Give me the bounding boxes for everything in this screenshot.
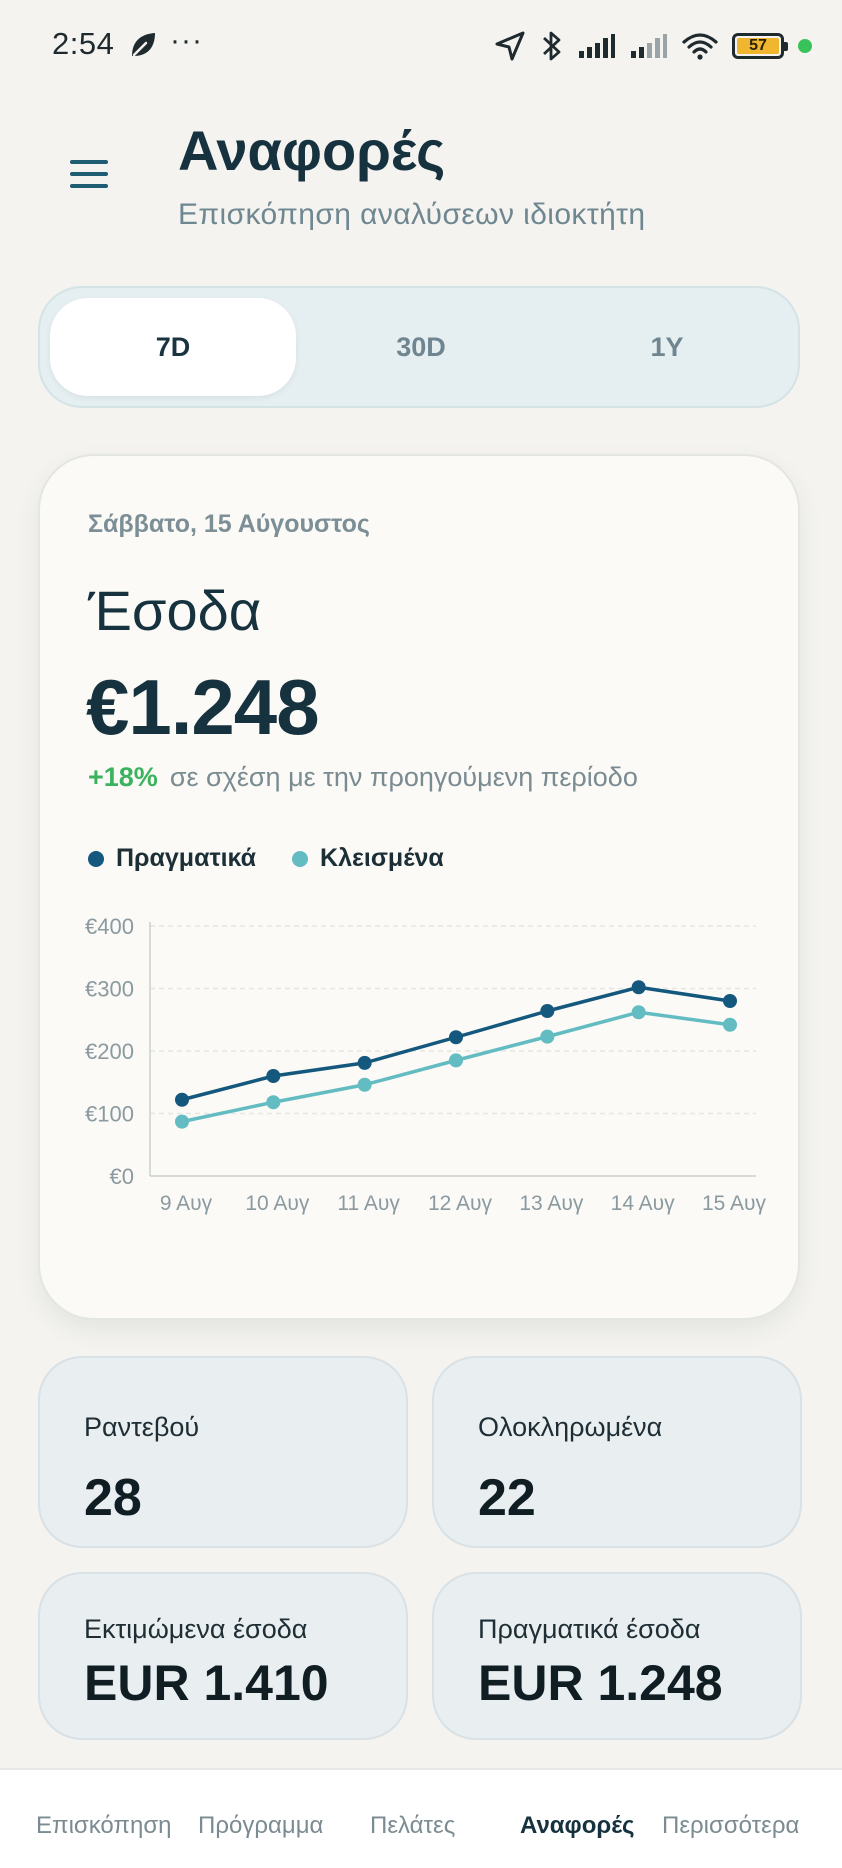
- data-point-actual: [631, 980, 646, 995]
- legend-label-actual: Πραγματικά: [116, 844, 257, 872]
- x-tick-label: 11 Αυγ: [337, 1192, 400, 1215]
- revenue-card: Σάββατο, 15 Αύγουστος Έσοδα €1.248 +18% σ…: [38, 454, 800, 1320]
- x-tick-label: 9 Αυγ: [160, 1192, 213, 1215]
- data-point-booked: [357, 1077, 372, 1092]
- stat-card-estimated-revenue[interactable]: Εκτιμώμενα έσοδα EUR 1.410: [38, 1572, 408, 1740]
- data-point-actual: [175, 1092, 189, 1107]
- status-bar: 2:54 ··· 57: [0, 0, 842, 92]
- data-point-booked: [540, 1029, 555, 1044]
- battery-icon: 57: [732, 33, 788, 59]
- revenue-line-chart: €0 €100 €200 €300 €400 9 Αυγ 10 Αυγ 11 Αυγ 12 Αυ…: [85, 914, 767, 1215]
- revenue-heading: Έσοδα: [88, 579, 262, 642]
- status-time: 2:54: [52, 26, 115, 61]
- nav-item-clients[interactable]: Πελάτες: [370, 1812, 455, 1840]
- bottom-navigation: Επισκόπηση Πρόγραμμα Πελάτες Αναφορές Πε…: [0, 1768, 842, 1868]
- stat-label: Εκτιμώμενα έσοδα: [84, 1614, 308, 1644]
- change-percentage: +18%: [88, 762, 158, 792]
- stat-label: Ραντεβού: [84, 1412, 200, 1442]
- x-tick-label: 15 Αυγ: [702, 1192, 767, 1215]
- data-point-actual: [449, 1030, 463, 1045]
- legend-dot-booked: [292, 850, 309, 867]
- card-date: Σάββατο, 15 Αύγουστος: [88, 510, 370, 538]
- x-tick-label: 14 Αυγ: [611, 1192, 676, 1215]
- period-selector: 7D 30D 1Y: [38, 286, 800, 408]
- data-point-booked: [723, 1017, 737, 1032]
- location-icon: [495, 31, 525, 61]
- y-tick-label: €400: [85, 914, 134, 939]
- stat-label: Ολοκληρωμένα: [478, 1412, 663, 1442]
- stat-label: Πραγματικά έσοδα: [478, 1614, 701, 1644]
- data-point-actual: [266, 1069, 281, 1083]
- status-icons: 57: [494, 28, 812, 64]
- wifi-icon: [682, 33, 718, 60]
- privacy-indicator-dot: [798, 39, 812, 53]
- signal-weak-icon: [631, 34, 667, 58]
- stat-card-appointments[interactable]: Ραντεβού 28: [38, 1356, 408, 1548]
- x-tick-label: 13 Αυγ: [519, 1192, 584, 1215]
- hamburger-line: [70, 184, 108, 188]
- page-title: Αναφορές: [178, 119, 446, 182]
- stat-card-actual-revenue[interactable]: Πραγματικά έσοδα EUR 1.248: [432, 1572, 802, 1740]
- data-point-booked: [631, 1005, 646, 1020]
- period-tab-7d[interactable]: 7D: [50, 298, 296, 396]
- y-tick-label: €200: [85, 1039, 134, 1064]
- y-tick-label: €0: [110, 1164, 134, 1189]
- chart-legend: Πραγματικά Κλεισμένα: [88, 844, 444, 873]
- data-point-actual: [723, 994, 737, 1008]
- stat-value: EUR 1.248: [478, 1655, 723, 1711]
- nav-item-schedule[interactable]: Πρόγραμμα: [198, 1812, 323, 1840]
- revenue-change: +18% σε σχέση με την προηγούμενη περίοδο: [88, 762, 638, 793]
- x-tick-label: 10 Αυγ: [245, 1192, 310, 1215]
- stat-value: 28: [84, 1469, 142, 1527]
- stat-value: 22: [478, 1469, 536, 1527]
- hamburger-line: [70, 172, 108, 176]
- data-point-actual: [540, 1004, 555, 1018]
- nav-item-more[interactable]: Περισσότερα: [662, 1812, 799, 1840]
- hamburger-icon: [70, 160, 108, 164]
- stat-value: EUR 1.410: [84, 1655, 329, 1711]
- more-dots-icon: ···: [170, 24, 203, 57]
- signal-icon: [579, 34, 615, 58]
- change-description: σε σχέση με την προηγούμενη περίοδο: [169, 762, 638, 792]
- nav-item-overview[interactable]: Επισκόπηση: [36, 1812, 172, 1840]
- legend-item-actual: Πραγματικά: [88, 844, 256, 873]
- page-subtitle: Επισκόπηση αναλύσεων ιδιοκτήτη: [178, 198, 646, 231]
- period-tab-30d[interactable]: 30D: [298, 298, 544, 396]
- legend-label-booked: Κλεισμένα: [320, 844, 444, 872]
- data-point-actual: [357, 1055, 372, 1070]
- revenue-amount: €1.248: [86, 663, 320, 751]
- nav-item-reports[interactable]: Αναφορές: [520, 1812, 635, 1840]
- y-tick-label: €300: [85, 977, 134, 1002]
- y-tick-label: €100: [85, 1102, 134, 1127]
- data-point-booked: [449, 1053, 463, 1068]
- x-tick-label: 12 Αυγ: [428, 1192, 493, 1215]
- data-point-booked: [175, 1114, 189, 1129]
- data-point-booked: [266, 1095, 281, 1110]
- period-tab-1y[interactable]: 1Y: [544, 298, 790, 396]
- stat-card-completed[interactable]: Ολοκληρωμένα 22: [432, 1356, 802, 1548]
- leaf-icon: [132, 33, 155, 57]
- legend-dot-actual: [88, 850, 104, 867]
- battery-level: 57: [737, 38, 779, 54]
- menu-button[interactable]: [70, 160, 110, 192]
- legend-item-booked: Κλεισμένα: [292, 844, 444, 873]
- bluetooth-icon: [543, 31, 561, 61]
